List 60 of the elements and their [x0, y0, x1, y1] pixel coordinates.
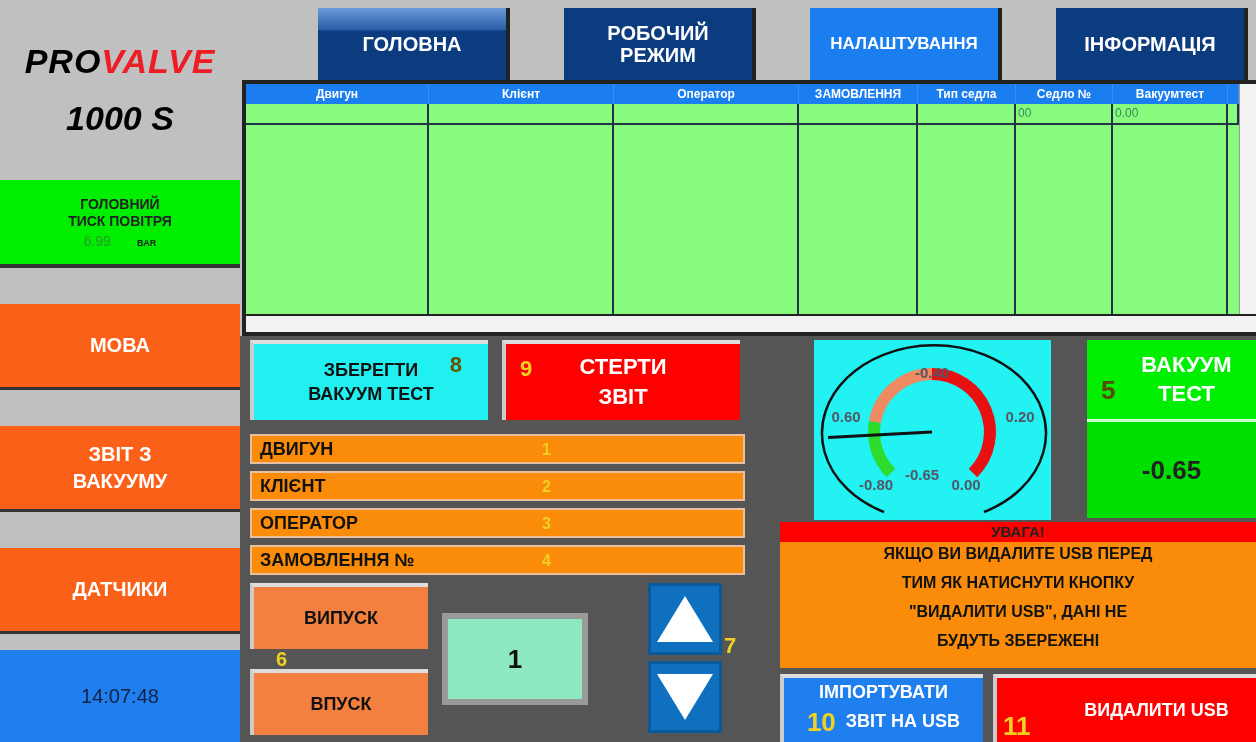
input-field[interactable]: ЗАМОВЛЕННЯ № 4 [250, 545, 745, 575]
vacuum-test-button[interactable]: 5 ВАКУУМ ТЕСТ [1087, 340, 1256, 422]
step-number: 11 [1003, 709, 1031, 742]
field-label: ДВИГУН [260, 438, 334, 460]
nav-tab[interactable]: ГОЛОВНА [318, 8, 510, 80]
step-number: 8 [449, 351, 462, 379]
column-header [1228, 84, 1239, 104]
column-header: Седло № [1016, 84, 1113, 104]
warning-title: УВАГА! [780, 522, 1256, 542]
field-label: КЛІЄНТ [260, 475, 326, 497]
column-header: Вакуумтест [1113, 84, 1228, 104]
up-arrow-icon [655, 594, 715, 644]
nav-tab[interactable]: НАЛАШТУВАННЯ [810, 8, 1002, 80]
column-header: ЗАМОВЛЕННЯ [799, 84, 918, 104]
column-header: Оператор [614, 84, 799, 104]
warning-message: ЯКЩО ВИ ВИДАЛИТЕ USB ПЕРЕД ТИМ ЯК НАТИСНУТИ КНОПКУ "ВИДАЛИТИ USB", ДАНІ НЕ БУДУТЬ ЗБЕРЕЖЕНІ [882, 544, 1154, 651]
field-label: ОПЕРАТОР [260, 512, 359, 534]
valve-button[interactable]: ВИПУСК [250, 583, 428, 649]
down-button[interactable] [648, 661, 722, 733]
nav-tab[interactable]: РОБОЧИЙ РЕЖИМ [564, 8, 756, 80]
clock-display: 14:07:48 [0, 650, 240, 742]
step-number: 3 [542, 515, 551, 533]
model-label: 1000 S [66, 99, 174, 138]
counter-display: 1 [442, 613, 588, 705]
column-header: Клієнт [429, 84, 614, 104]
horizontal-scrollbar[interactable] [246, 314, 1256, 332]
column-header: Тип седла [918, 84, 1016, 104]
step-number: 10 [806, 706, 836, 737]
save-button[interactable]: ЗБЕРЕГТИ ВАКУУМ ТЕСТ 8 [250, 340, 488, 420]
step-number: 1 [542, 441, 551, 459]
step-number: 4 [542, 552, 551, 570]
step-number: 6 [276, 649, 288, 669]
step-number: 5 [1101, 374, 1116, 407]
up-button[interactable] [648, 583, 722, 655]
erase-button[interactable]: СТЕРТИ ЗВІТ 9 [502, 340, 740, 420]
scale-label: -0.40 [914, 364, 950, 381]
vertical-scrollbar[interactable] [1239, 84, 1256, 314]
field-label: ЗАМОВЛЕННЯ № [260, 549, 415, 571]
scale-label: 0.00 [951, 476, 981, 493]
nav-tab[interactable]: ІНФОРМАЦІЯ [1056, 8, 1248, 80]
input-field[interactable]: ОПЕРАТОР 3 [250, 508, 745, 538]
scale-label: 0.20 [1005, 408, 1035, 425]
column-header: Двигун [246, 84, 429, 104]
valve-button[interactable]: ВПУСК [250, 669, 428, 735]
step-number: 7 [724, 633, 737, 659]
input-field[interactable]: ДВИГУН 1 [250, 434, 745, 464]
down-arrow-icon [655, 672, 715, 722]
step-number: 9 [520, 355, 533, 383]
scale-label: -0.80 [858, 476, 894, 493]
pressure-title: ГОЛОВНИЙ ТИСК ПОВІТРЯ [68, 195, 172, 231]
remove-usb-button[interactable]: ВИДАЛИТИ USB 11 [993, 674, 1256, 742]
pressure-unit: BAR [136, 237, 157, 248]
brand-logo: PROVALVE [24, 42, 216, 81]
table-cell: 0.00 [1113, 104, 1228, 125]
input-field[interactable]: КЛІЄНТ 2 [250, 471, 745, 501]
scale-label: 0.60 [831, 408, 861, 425]
gauge-reading: -0.65 [904, 466, 940, 483]
table-cell: 00 [1016, 104, 1113, 125]
step-number: 2 [542, 478, 551, 496]
pressure-value: 6.99 [83, 232, 111, 249]
